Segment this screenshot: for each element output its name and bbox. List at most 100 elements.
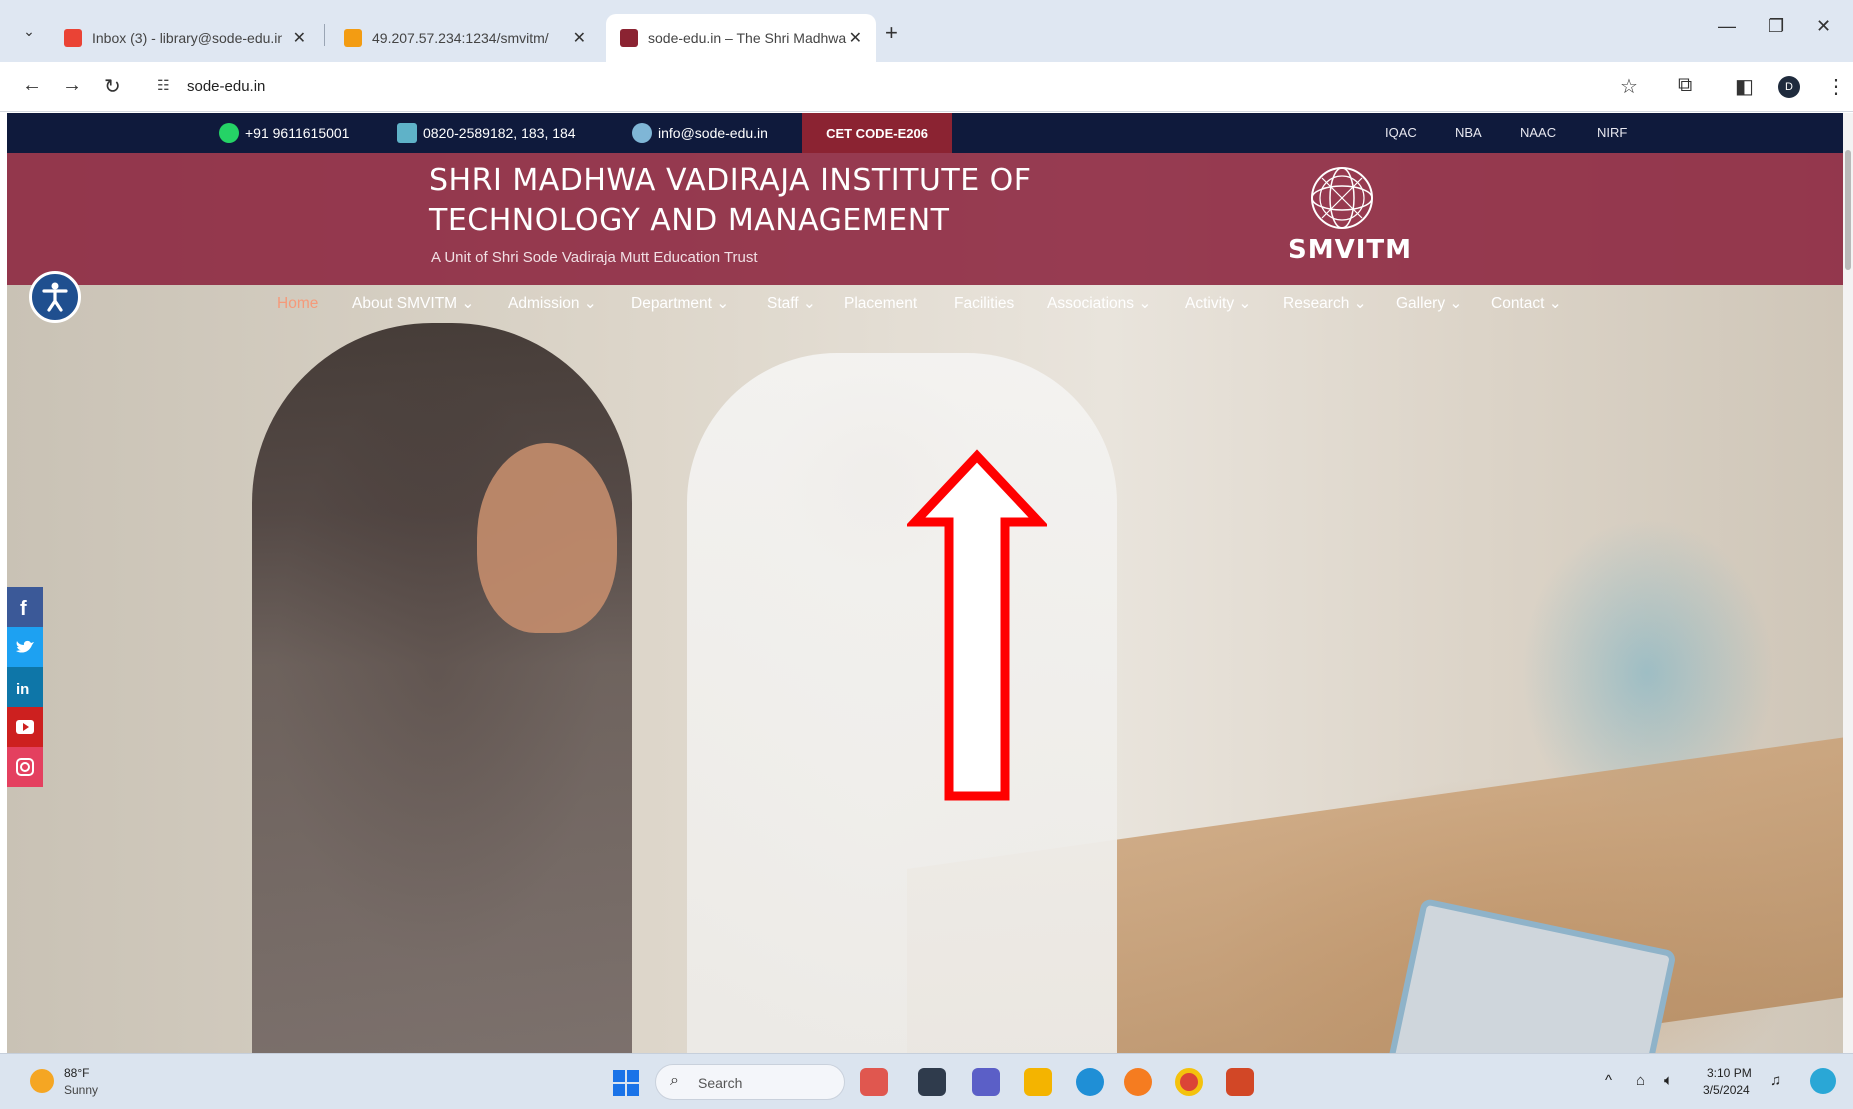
nav-associations[interactable]: Associations ⌄ bbox=[1047, 288, 1151, 320]
search-placeholder: Search bbox=[698, 1075, 743, 1091]
hero-person-student bbox=[252, 323, 632, 1053]
youtube-button[interactable] bbox=[7, 707, 43, 747]
nav-activity[interactable]: Activity ⌄ bbox=[1185, 288, 1251, 320]
whatsapp-icon bbox=[219, 123, 239, 143]
minimize-icon[interactable]: — bbox=[1718, 16, 1736, 37]
nav-gallery[interactable]: Gallery ⌄ bbox=[1396, 288, 1462, 320]
nba-link[interactable]: NBA bbox=[1455, 125, 1482, 140]
nav-facilities[interactable]: Facilities bbox=[954, 288, 1014, 320]
file-explorer-icon[interactable] bbox=[1024, 1068, 1052, 1096]
tab-close-icon[interactable]: ✕ bbox=[849, 28, 862, 48]
twitter-icon bbox=[16, 640, 34, 653]
volume-icon[interactable]: 🔈︎ bbox=[1664, 1072, 1673, 1089]
hero-face-shape bbox=[477, 443, 617, 633]
nav-research[interactable]: Research ⌄ bbox=[1283, 288, 1367, 320]
bookmark-star-icon[interactable]: ☆ bbox=[1620, 74, 1638, 99]
extensions-icon[interactable]: ⧉ bbox=[1678, 74, 1692, 97]
cet-code-badge: CET CODE-E206 bbox=[802, 113, 952, 153]
menu-kebab-icon[interactable]: ⋮ bbox=[1826, 74, 1846, 99]
taskbar-search[interactable]: ⌕ Search bbox=[655, 1064, 845, 1100]
chrome-icon[interactable] bbox=[1175, 1068, 1203, 1096]
tab-smvitm-ip[interactable]: 49.207.57.234:1234/smvitm/ ✕ bbox=[330, 14, 600, 62]
phone-icon bbox=[397, 123, 417, 143]
tab-title: sode-edu.in – The Shri Madhwa bbox=[648, 30, 847, 46]
youtube-icon bbox=[16, 720, 34, 734]
tab-sode-edu[interactable]: sode-edu.in – The Shri Madhwa ✕ bbox=[606, 14, 876, 62]
app-terminal-icon[interactable] bbox=[918, 1068, 946, 1096]
institute-name-line1: SHRI MADHWA VADIRAJA INSTITUTE OF bbox=[429, 163, 1032, 198]
search-icon: ⌕ bbox=[670, 1072, 679, 1089]
teams-icon[interactable] bbox=[972, 1068, 1000, 1096]
nav-department[interactable]: Department ⌄ bbox=[631, 288, 729, 320]
svg-text:in: in bbox=[16, 681, 29, 698]
browser-tab-bar: ⌄ Inbox (3) - library@sode-edu.in ✕ 49.2… bbox=[0, 0, 1853, 62]
email-contact[interactable]: info@sode-edu.in bbox=[632, 113, 768, 153]
app-books-icon[interactable] bbox=[860, 1068, 888, 1096]
restore-icon[interactable]: ❐ bbox=[1768, 16, 1784, 37]
hero-person-instructor bbox=[687, 353, 1117, 1053]
back-icon[interactable]: ← bbox=[22, 74, 42, 97]
weather-temperature: 88°F bbox=[64, 1066, 90, 1080]
nav-contact[interactable]: Contact ⌄ bbox=[1491, 288, 1562, 320]
weather-sun-icon[interactable] bbox=[30, 1069, 54, 1093]
gmail-icon bbox=[64, 29, 82, 47]
linkedin-icon: in bbox=[16, 681, 29, 698]
firefox-icon[interactable] bbox=[1124, 1068, 1152, 1096]
whatsapp-contact[interactable]: +91 9611615001 bbox=[219, 113, 349, 153]
instagram-button[interactable] bbox=[7, 747, 43, 787]
logo-text[interactable]: SMVITM bbox=[1288, 235, 1412, 265]
site-header: SHRI MADHWA VADIRAJA INSTITUTE OF TECHNO… bbox=[7, 153, 1843, 323]
iqac-link[interactable]: IQAC bbox=[1385, 125, 1417, 140]
powerpoint-icon[interactable] bbox=[1226, 1068, 1254, 1096]
clock-time[interactable]: 3:10 PM bbox=[1707, 1066, 1752, 1080]
twitter-button[interactable] bbox=[7, 627, 43, 667]
whatsapp-number: +91 9611615001 bbox=[245, 125, 350, 141]
edge-icon[interactable] bbox=[1076, 1068, 1104, 1096]
windows-taskbar: 88°F Sunny ⌕ Search ^ ⌂ 🔈︎ 3:10 PM 3/5/2… bbox=[0, 1053, 1853, 1109]
svg-text:f: f bbox=[20, 598, 27, 620]
nav-about[interactable]: About SMVITM ⌄ bbox=[352, 288, 474, 320]
annotation-arrow-up-icon bbox=[907, 449, 1047, 801]
clock-date[interactable]: 3/5/2024 bbox=[1703, 1083, 1750, 1097]
email-icon bbox=[632, 123, 652, 143]
smvitm-emblem-icon[interactable] bbox=[1307, 163, 1377, 233]
profile-avatar[interactable]: D bbox=[1778, 76, 1800, 98]
tab-title: 49.207.57.234:1234/smvitm/ bbox=[372, 30, 549, 46]
forward-icon[interactable]: → bbox=[62, 74, 82, 97]
naac-link[interactable]: NAAC bbox=[1520, 125, 1556, 140]
copilot-icon[interactable] bbox=[1810, 1068, 1836, 1094]
network-icon[interactable]: ⌂ bbox=[1636, 1072, 1645, 1089]
site-info-icon[interactable]: ☷ bbox=[157, 77, 170, 94]
new-tab-button[interactable]: + bbox=[885, 20, 898, 46]
email-address: info@sode-edu.in bbox=[658, 125, 768, 141]
facebook-icon: f bbox=[20, 598, 27, 620]
side-panel-icon[interactable]: ◧ bbox=[1735, 74, 1754, 99]
institute-name-line2: TECHNOLOGY AND MANAGEMENT bbox=[429, 203, 950, 238]
notification-bell-icon[interactable]: ♫ bbox=[1770, 1072, 1781, 1089]
phone-contact[interactable]: 0820-2589182, 183, 184 bbox=[397, 113, 576, 153]
tab-close-icon[interactable]: ✕ bbox=[293, 28, 306, 48]
weather-description: Sunny bbox=[64, 1083, 99, 1097]
url-field[interactable]: ☷ sode-edu.in bbox=[145, 70, 1605, 104]
institute-name[interactable]: SHRI MADHWA VADIRAJA INSTITUTE OF TECHNO… bbox=[429, 161, 1032, 241]
nav-staff[interactable]: Staff ⌄ bbox=[767, 288, 816, 320]
institute-subtitle: A Unit of Shri Sode Vadiraja Mutt Educat… bbox=[431, 249, 758, 266]
tab-gmail-inbox[interactable]: Inbox (3) - library@sode-edu.in ✕ bbox=[50, 14, 320, 62]
phone-number: 0820-2589182, 183, 184 bbox=[423, 125, 576, 141]
tab-close-icon[interactable]: ✕ bbox=[573, 28, 586, 48]
window-close-icon[interactable]: ✕ bbox=[1816, 16, 1831, 37]
nav-admission[interactable]: Admission ⌄ bbox=[508, 288, 597, 320]
linkedin-button[interactable]: in bbox=[7, 667, 43, 707]
address-bar-row: ← → ↻ ☷ sode-edu.in ☆ ⧉ ◧ D ⋮ bbox=[0, 62, 1853, 112]
facebook-button[interactable]: f bbox=[7, 587, 43, 627]
nav-placement[interactable]: Placement bbox=[844, 288, 917, 320]
windows-start-icon[interactable] bbox=[612, 1069, 640, 1097]
page-scrollbar-thumb[interactable] bbox=[1845, 150, 1851, 270]
nirf-link[interactable]: NIRF bbox=[1597, 125, 1627, 140]
page-icon bbox=[344, 29, 362, 47]
tab-separator bbox=[324, 24, 325, 46]
tray-overflow-icon[interactable]: ^ bbox=[1605, 1072, 1612, 1089]
nav-home[interactable]: Home bbox=[277, 288, 318, 320]
tab-search-chevron-icon[interactable]: ⌄ bbox=[18, 20, 40, 42]
reload-icon[interactable]: ↻ bbox=[104, 74, 121, 99]
